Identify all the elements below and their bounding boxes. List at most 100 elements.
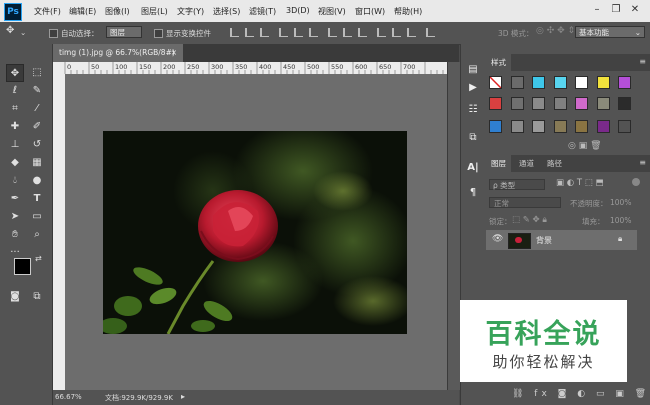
menu-view[interactable]: 视图(V) bbox=[318, 6, 346, 17]
distribute-left-icon[interactable] bbox=[377, 28, 386, 37]
auto-align-icon[interactable] bbox=[426, 28, 435, 37]
layer-name[interactable]: 背景 bbox=[536, 235, 552, 246]
tab-styles[interactable]: 样式 bbox=[486, 54, 511, 71]
quick-select-tool-icon[interactable]: ✎ bbox=[28, 82, 46, 100]
workspace-dropdown[interactable]: 基本功能 ⌄ bbox=[575, 26, 645, 38]
move-tool-icon[interactable]: ✥ bbox=[6, 25, 14, 36]
dodge-tool-icon[interactable]: ● bbox=[28, 172, 46, 190]
align-right-icon[interactable] bbox=[309, 28, 318, 37]
restore-icon[interactable]: ❐ bbox=[609, 3, 623, 17]
brush-tool-icon[interactable]: ✐ bbox=[28, 118, 46, 136]
style-swatch[interactable] bbox=[511, 76, 524, 89]
menu-type[interactable]: 文字(Y) bbox=[177, 6, 204, 17]
menu-select[interactable]: 选择(S) bbox=[213, 6, 240, 17]
clone-stamp-icon[interactable]: ⊥ bbox=[6, 136, 24, 154]
actions-panel-icon[interactable]: ▶ bbox=[465, 80, 481, 96]
close-tab-icon[interactable]: × bbox=[171, 44, 177, 62]
paragraph-panel-icon[interactable]: ¶ bbox=[465, 185, 481, 201]
move-tool-icon[interactable]: ✥ bbox=[6, 64, 24, 82]
menu-window[interactable]: 窗口(W) bbox=[355, 6, 385, 17]
style-swatch[interactable] bbox=[532, 120, 545, 133]
panel-menu-icon[interactable]: ≡ bbox=[639, 57, 646, 66]
distribute-top-icon[interactable] bbox=[328, 28, 337, 37]
menu-edit[interactable]: 编辑(E) bbox=[69, 6, 96, 17]
zoom-level[interactable]: 66.67% bbox=[55, 393, 82, 401]
style-swatch[interactable] bbox=[575, 76, 588, 89]
style-swatch[interactable] bbox=[618, 97, 631, 110]
style-swatch[interactable] bbox=[554, 120, 567, 133]
filter-toggle-icon[interactable] bbox=[632, 178, 640, 186]
quick-mask-icon[interactable]: ◙ bbox=[6, 288, 24, 306]
show-transform-checkbox[interactable] bbox=[154, 29, 163, 38]
style-swatch[interactable] bbox=[597, 76, 610, 89]
character-panel-icon[interactable]: A| bbox=[465, 160, 481, 176]
history-panel-icon[interactable]: ▤ bbox=[465, 62, 481, 78]
menu-3d[interactable]: 3D(D) bbox=[286, 6, 310, 15]
history-brush-icon[interactable]: ↺ bbox=[28, 136, 46, 154]
foreground-color-swatch[interactable] bbox=[14, 258, 31, 275]
healing-brush-icon[interactable]: ✚ bbox=[6, 118, 24, 136]
panel-menu-icon[interactable]: ≡ bbox=[639, 158, 646, 167]
style-swatch[interactable] bbox=[597, 97, 610, 110]
align-center-icon[interactable] bbox=[294, 28, 303, 37]
chevron-down-icon[interactable]: ⌄ bbox=[20, 28, 26, 37]
marquee-tool-icon[interactable]: ⬚ bbox=[28, 64, 46, 82]
style-swatch[interactable] bbox=[554, 97, 567, 110]
align-top-icon[interactable] bbox=[230, 28, 239, 37]
clone-source-icon[interactable]: ⧉ bbox=[465, 130, 481, 146]
style-swatch[interactable] bbox=[618, 76, 631, 89]
style-swatch[interactable] bbox=[532, 97, 545, 110]
visibility-eye-icon[interactable]: 👁︎ bbox=[492, 234, 503, 244]
layer-filter-icons[interactable]: ▣ ◐ T ⬚ ⬒ bbox=[556, 178, 604, 188]
distribute-center-icon[interactable] bbox=[392, 28, 401, 37]
style-swatch[interactable] bbox=[597, 120, 610, 133]
auto-select-dropdown[interactable]: 图层 bbox=[106, 26, 142, 38]
document-tab[interactable]: timg (1).jpg @ 66.7%(RGB/8#) × bbox=[53, 44, 183, 62]
align-middle-icon[interactable] bbox=[245, 28, 254, 37]
style-swatch-none[interactable] bbox=[489, 76, 502, 89]
distribute-bottom-icon[interactable] bbox=[358, 28, 367, 37]
menu-filter[interactable]: 滤镜(T) bbox=[249, 6, 276, 17]
style-swatch[interactable] bbox=[511, 120, 524, 133]
opacity-value[interactable]: 100% bbox=[610, 198, 631, 207]
gradient-tool-icon[interactable]: ▦ bbox=[28, 154, 46, 172]
layers-footer-icons[interactable]: ⛓ fx ◙ ◐ ▭ ▣ 🗑︎ bbox=[512, 389, 650, 399]
close-window-icon[interactable]: ✕ bbox=[628, 3, 642, 17]
lasso-tool-icon[interactable]: ℓ bbox=[6, 82, 24, 100]
align-left-icon[interactable] bbox=[279, 28, 288, 37]
crop-tool-icon[interactable]: ⌗ bbox=[6, 100, 24, 118]
lock-icons[interactable]: ⬚ ✎ ✥ 🔒︎ bbox=[512, 215, 547, 225]
style-swatch[interactable] bbox=[511, 97, 524, 110]
align-bottom-icon[interactable] bbox=[260, 28, 269, 37]
swap-colors-icon[interactable]: ⇄ bbox=[35, 254, 42, 263]
menu-help[interactable]: 帮助(H) bbox=[394, 6, 422, 17]
fill-value[interactable]: 100% bbox=[610, 216, 631, 225]
type-tool-icon[interactable]: T bbox=[28, 190, 46, 208]
tab-layers[interactable]: 图层 bbox=[486, 155, 511, 172]
properties-panel-icon[interactable]: ☷ bbox=[465, 102, 481, 118]
layer-filter-dropdown[interactable]: ρ 类型 bbox=[489, 179, 545, 190]
zoom-tool-icon[interactable]: ⌕ bbox=[28, 226, 46, 244]
style-swatch[interactable] bbox=[489, 97, 502, 110]
minimize-icon[interactable]: – bbox=[590, 3, 604, 17]
style-swatch[interactable] bbox=[618, 120, 631, 133]
distribute-middle-icon[interactable] bbox=[343, 28, 352, 37]
menu-file[interactable]: 文件(F) bbox=[34, 6, 61, 17]
tab-paths[interactable]: 路径 bbox=[542, 155, 567, 172]
style-swatch[interactable] bbox=[489, 120, 502, 133]
style-swatch[interactable] bbox=[554, 76, 567, 89]
menu-layer[interactable]: 图层(L) bbox=[141, 6, 168, 17]
hand-tool-icon[interactable]: ✋︎ bbox=[6, 226, 24, 244]
vertical-scrollbar[interactable] bbox=[447, 62, 460, 390]
eyedropper-tool-icon[interactable]: ⁄ bbox=[28, 100, 46, 118]
pen-tool-icon[interactable]: ✒ bbox=[6, 190, 24, 208]
menu-image[interactable]: 图像(I) bbox=[105, 6, 130, 17]
auto-select-checkbox[interactable] bbox=[49, 29, 58, 38]
tab-channels[interactable]: 通道 bbox=[514, 155, 539, 172]
layer-row-background[interactable]: 👁︎ 背景 🔒︎ bbox=[486, 230, 637, 250]
rectangle-tool-icon[interactable]: ▭ bbox=[28, 208, 46, 226]
style-swatch[interactable] bbox=[532, 76, 545, 89]
distribute-right-icon[interactable] bbox=[407, 28, 416, 37]
screen-mode-icon[interactable]: ⧉ bbox=[28, 288, 46, 306]
style-swatch[interactable] bbox=[575, 97, 588, 110]
